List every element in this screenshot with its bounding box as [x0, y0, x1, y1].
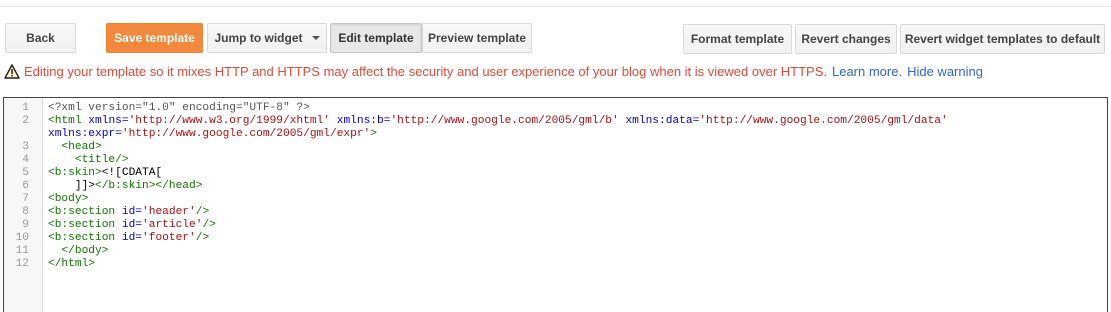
format-template-button[interactable]: Format template — [683, 24, 792, 54]
code-line[interactable]: 10 <b:section id='footer'/> — [4, 232, 1104, 245]
code-token: 'footer' — [142, 232, 196, 244]
line-number: 4 — [22, 154, 29, 166]
code-token: id= — [121, 232, 143, 244]
code-line[interactable]: 6 ]]></b:skin></head> — [4, 180, 1104, 193]
code-line[interactable]: 7 <body> — [4, 193, 1104, 206]
code-token: </html> — [48, 258, 95, 270]
line-text: xmlns:expr='http://www.google.com/2005/g… — [48, 128, 377, 141]
code-line[interactable]: 12 </html> — [4, 258, 1104, 271]
line-number: 3 — [22, 141, 29, 153]
line-text: <?xml version="1.0" encoding="UTF-8" ?> — [48, 102, 310, 115]
code-token: </b:skin></head> — [95, 180, 203, 192]
code-line[interactable]: 8 <b:section id='header'/> — [4, 206, 1104, 219]
code-token: <title/> — [48, 154, 129, 166]
line-number: 8 — [22, 206, 29, 218]
code-token: xmlns:b= — [336, 115, 391, 127]
jump-to-widget-label: Jump to widget — [214, 31, 303, 45]
code-token: </body> — [48, 245, 109, 257]
code-token: xmlns:data= — [625, 115, 700, 127]
code-token: <html — [48, 115, 89, 127]
template-code-editor[interactable]: 1 <?xml version="1.0" encoding="UTF-8" ?>… — [3, 97, 1108, 312]
code-line[interactable]: 11 </body> — [4, 245, 1104, 258]
hide-warning-link[interactable]: Hide warning — [907, 64, 983, 79]
line-number: 1 — [22, 102, 29, 114]
line-text: <title/> — [48, 154, 129, 167]
line-number: 12 — [15, 258, 29, 270]
preview-template-tab[interactable]: Preview template — [422, 23, 532, 53]
line-text: <b:section id='article'/> — [48, 219, 216, 232]
code-token: 'header' — [142, 206, 196, 218]
code-token: ]]> — [48, 180, 95, 192]
code-line[interactable]: 3 <head> — [4, 141, 1104, 154]
code-token: id= — [121, 206, 143, 218]
line-text: <body> — [48, 193, 88, 206]
revert-changes-button[interactable]: Revert changes — [795, 24, 897, 54]
code-token: xmlns:expr= — [48, 128, 122, 140]
edit-template-tab[interactable]: Edit template — [330, 23, 422, 53]
line-text: <b:section id='header'/> — [48, 206, 209, 219]
line-text: </body> — [48, 245, 108, 258]
code-token: <![CDATA[ — [101, 167, 163, 179]
line-text: <head> — [48, 141, 102, 154]
line-number: 5 — [22, 167, 29, 179]
line-text: ]]></b:skin></head> — [48, 180, 203, 193]
warning-message: Editing your template so it mixes HTTP a… — [24, 63, 827, 79]
code-line[interactable]: 9 <b:section id='article'/> — [4, 219, 1104, 232]
line-number: 7 — [22, 193, 29, 205]
save-template-button[interactable]: Save template — [106, 23, 203, 53]
line-text: <b:skin><![CDATA[ — [48, 167, 162, 180]
code-token: xmlns= — [88, 115, 129, 127]
code-token: /> — [195, 206, 210, 218]
code-token: <b:section — [48, 206, 122, 218]
top-divider — [0, 6, 1111, 7]
code-token: id= — [121, 219, 143, 231]
code-line[interactable]: xmlns:expr='http://www.google.com/2005/g… — [4, 128, 1104, 141]
chevron-down-icon — [311, 36, 320, 40]
line-text: </html> — [48, 258, 95, 271]
line-number: 9 — [22, 219, 29, 231]
line-number: 10 — [15, 232, 29, 244]
code-token: <?xml version="1.0" encoding="UTF-8" ?> — [48, 102, 310, 114]
code-token: /> — [195, 232, 210, 244]
code-token: 'http://www.google.com/2005/gml/b' — [390, 115, 619, 127]
learn-more-link[interactable]: Learn more. — [832, 64, 902, 79]
code-token: 'http://www.google.com/2005/gml/expr' — [121, 128, 371, 140]
code-token: <body> — [48, 193, 89, 205]
code-token: 'http://www.w3.org/1999/xhtml' — [128, 115, 331, 127]
code-token: <b:section — [48, 232, 122, 244]
line-text: <b:section id='footer'/> — [48, 232, 209, 245]
line-number: 6 — [22, 180, 29, 192]
code-token: <head> — [48, 141, 102, 153]
code-token: /> — [202, 219, 216, 231]
code-line[interactable]: 4 <title/> — [4, 154, 1104, 167]
jump-to-widget-dropdown[interactable]: Jump to widget — [207, 23, 327, 53]
revert-widget-templates-button[interactable]: Revert widget templates to default — [900, 24, 1105, 54]
code-token: <b:skin> — [48, 167, 102, 179]
line-number: 11 — [15, 245, 29, 257]
code-line[interactable]: 5 <b:skin><![CDATA[ — [4, 167, 1104, 180]
https-warning: Editing your template so it mixes HTTP a… — [4, 62, 983, 80]
warning-icon — [4, 63, 20, 79]
code-token: 'article' — [142, 219, 203, 231]
line-text: <html xmlns='http://www.w3.org/1999/xhtm… — [48, 115, 948, 128]
code-line[interactable]: 2 <html xmlns='http://www.w3.org/1999/xht… — [4, 115, 1104, 128]
back-button[interactable]: Back — [5, 23, 76, 53]
code-line[interactable]: 1 <?xml version="1.0" encoding="UTF-8" ?> — [4, 102, 1104, 115]
code-token: <b:section — [48, 219, 122, 231]
code-token: > — [370, 128, 377, 140]
line-number: 2 — [22, 115, 29, 127]
code-token: 'http://www.google.com/2005/gml/data' — [699, 115, 948, 127]
